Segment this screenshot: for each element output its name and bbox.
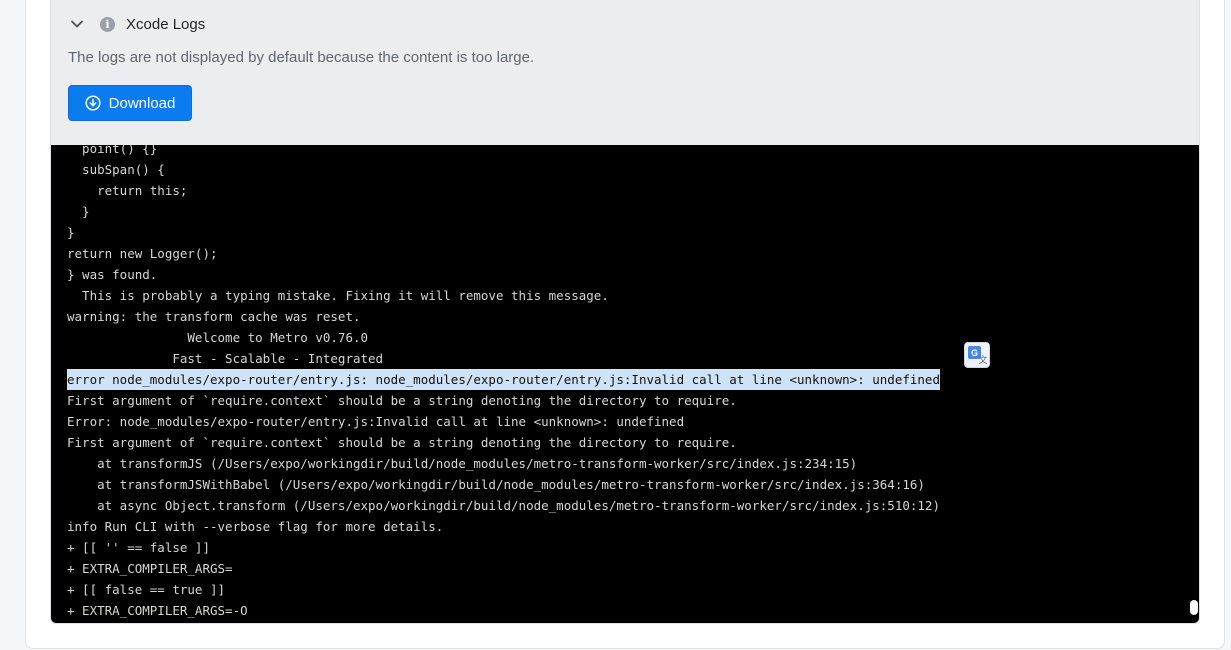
log-text: + EXTRA_COMPILER_ARGS=-O	[67, 603, 248, 618]
log-line: First argument of `require.context` shou…	[67, 390, 940, 411]
log-text: at transformJSWithBabel (/Users/expo/wor…	[67, 477, 925, 492]
log-output[interactable]: point() {} subSpan() { return this; }} re…	[51, 145, 1199, 623]
log-line: info Run CLI with --verbose flag for mor…	[67, 516, 940, 537]
log-text: + [[ '' == false ]]	[67, 540, 210, 555]
log-line: point() {}	[67, 145, 940, 159]
log-text: }	[67, 225, 75, 240]
log-text: + EXTRA_COMPILER_ARGS=	[67, 561, 233, 576]
download-button[interactable]: Download	[68, 85, 192, 121]
log-text: info Run CLI with --verbose flag for mor…	[67, 519, 444, 534]
log-line: First argument of `require.context` shou…	[67, 432, 940, 453]
info-icon: i	[100, 16, 115, 32]
log-line: + [[ false == true ]]	[67, 579, 940, 600]
log-text: return new Logger();	[67, 246, 218, 261]
log-text: First argument of `require.context` shou…	[67, 435, 737, 450]
log-text: at transformJS (/Users/expo/workingdir/b…	[67, 456, 858, 471]
log-line: }	[67, 222, 940, 243]
log-line: Error: node_modules/expo-router/entry.js…	[67, 411, 940, 432]
panel-header: i Xcode Logs The logs are not displayed …	[51, 0, 1199, 145]
log-line: Fast - Scalable - Integrated	[67, 348, 940, 369]
log-line: + [[ '' == false ]]	[67, 537, 940, 558]
download-button-label: Download	[108, 94, 176, 112]
google-translate-icon[interactable]: G 文	[964, 342, 990, 368]
log-line: return new Logger();	[67, 243, 940, 264]
log-text: } was found.	[67, 267, 158, 282]
scrollbar-thumb[interactable]	[1190, 600, 1198, 615]
log-text: warning: the transform cache was reset.	[67, 309, 361, 324]
log-line: + EXTRA_COMPILER_ARGS=	[67, 558, 940, 579]
log-line: at transformJSWithBabel (/Users/expo/wor…	[67, 474, 940, 495]
log-text: point() {}	[67, 145, 158, 156]
log-text: This is probably a typing mistake. Fixin…	[67, 288, 609, 303]
log-line: warning: the transform cache was reset.	[67, 306, 940, 327]
log-text: Welcome to Metro v0.76.0	[67, 330, 369, 345]
log-lines: point() {} subSpan() { return this; }} re…	[67, 145, 940, 621]
log-text: at async Object.transform (/Users/expo/w…	[67, 498, 940, 513]
chevron-down-icon[interactable]	[68, 15, 86, 33]
log-line: }	[67, 201, 940, 222]
log-line: This is probably a typing mistake. Fixin…	[67, 285, 940, 306]
xcode-logs-panel: i Xcode Logs The logs are not displayed …	[50, 0, 1200, 624]
log-text: + [[ false == true ]]	[67, 582, 226, 597]
log-line: subSpan() {	[67, 159, 940, 180]
log-text: Fast - Scalable - Integrated	[67, 351, 384, 366]
selected-log-text: error node_modules/expo-router/entry.js:…	[67, 369, 940, 390]
log-line: error node_modules/expo-router/entry.js:…	[67, 369, 940, 390]
log-text: }	[67, 204, 90, 219]
log-text: subSpan() {	[67, 162, 165, 177]
log-line: } was found.	[67, 264, 940, 285]
log-line: + EXTRA_COMPILER_ARGS=-O	[67, 600, 940, 621]
download-circle-icon	[85, 95, 101, 111]
log-line: at async Object.transform (/Users/expo/w…	[67, 495, 940, 516]
section-title: Xcode Logs	[126, 15, 206, 33]
section-toggle[interactable]: i Xcode Logs	[68, 13, 205, 35]
log-line: Welcome to Metro v0.76.0	[67, 327, 940, 348]
log-line: at transformJS (/Users/expo/workingdir/b…	[67, 453, 940, 474]
log-text: First argument of `require.context` shou…	[67, 393, 737, 408]
log-line: return this;	[67, 180, 940, 201]
log-text: Error: node_modules/expo-router/entry.js…	[67, 414, 685, 429]
logs-hidden-notice: The logs are not displayed by default be…	[68, 49, 535, 66]
log-text: return this;	[67, 183, 188, 198]
